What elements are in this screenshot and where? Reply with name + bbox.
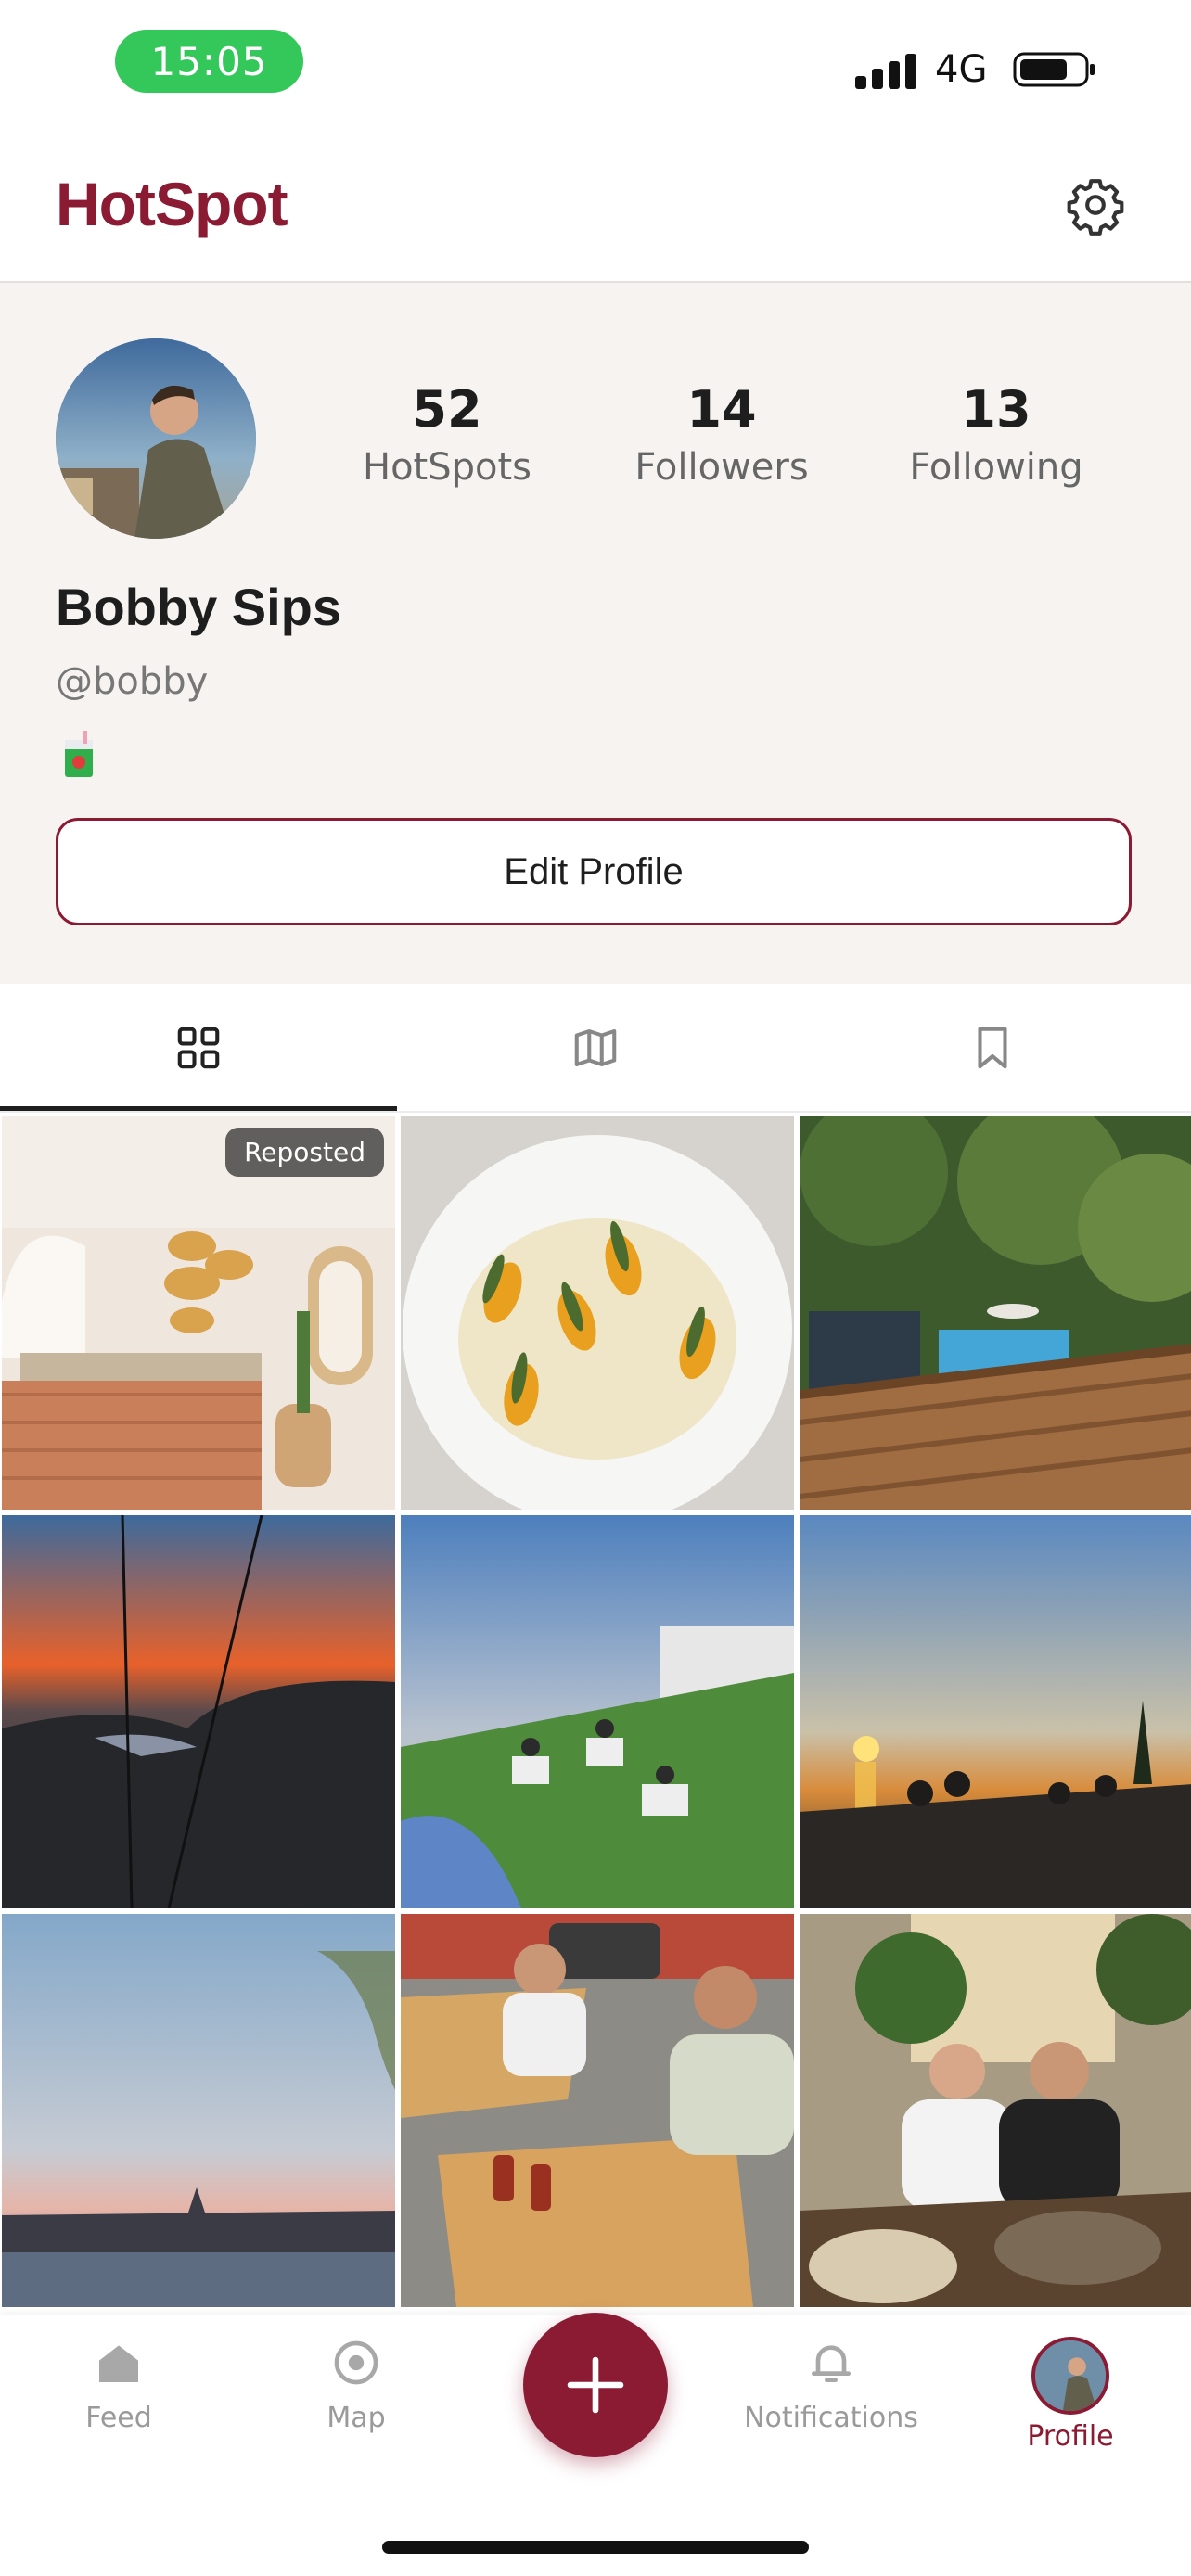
nav-map-label: Map xyxy=(327,2402,386,2434)
network-label: 4G xyxy=(935,48,988,91)
photo-tile-cable-car-sunset[interactable] xyxy=(2,1515,395,1908)
tab-posts-grid[interactable] xyxy=(0,984,397,1112)
stat-followers-label: Followers xyxy=(634,446,809,489)
nav-notifications[interactable]: Notifications xyxy=(738,2337,924,2434)
home-icon xyxy=(99,2345,138,2382)
add-hotspot-button[interactable] xyxy=(523,2313,668,2457)
photo-tile-plated-dish[interactable] xyxy=(401,1116,794,1510)
profile-name: Bobby Sips xyxy=(56,578,342,636)
status-time: 15:05 xyxy=(115,30,303,93)
profile-avatar[interactable] xyxy=(56,338,256,539)
bell-icon xyxy=(812,2345,851,2382)
photo-tile-pool-terrace[interactable] xyxy=(800,1116,1191,1510)
stat-followers-value: 14 xyxy=(686,380,757,439)
nav-profile-avatar xyxy=(1031,2337,1109,2415)
tab-saved[interactable] xyxy=(794,984,1191,1112)
juice-box-icon xyxy=(65,731,93,777)
stat-hotspots-label: HotSpots xyxy=(362,446,531,489)
nav-map[interactable]: Map xyxy=(263,2337,449,2434)
settings-gear-icon[interactable] xyxy=(1065,174,1126,236)
grid-icon xyxy=(177,1027,220,1069)
photo-tile-picnic-lawn[interactable] xyxy=(401,1515,794,1908)
stat-following-label: Following xyxy=(909,446,1083,489)
map-icon xyxy=(574,1028,617,1067)
signal-icon xyxy=(855,54,918,89)
stat-hotspots-value: 52 xyxy=(412,380,482,439)
tab-map[interactable] xyxy=(397,984,794,1112)
app-title: HotSpot xyxy=(56,170,288,238)
map-pin-icon xyxy=(334,2340,378,2385)
stat-following[interactable]: 13 Following xyxy=(876,380,1117,489)
bookmark-icon xyxy=(978,1027,1007,1069)
edit-profile-button[interactable]: Edit Profile xyxy=(56,818,1132,925)
stat-followers[interactable]: 14 Followers xyxy=(601,380,842,489)
stat-hotspots[interactable]: 52 HotSpots xyxy=(327,380,568,489)
home-indicator[interactable] xyxy=(382,2541,809,2554)
nav-notifications-label: Notifications xyxy=(744,2402,918,2434)
tabs-divider xyxy=(0,1111,1191,1113)
photo-tile-street-table[interactable] xyxy=(401,1914,794,2307)
photo-tile-plaza-dinner[interactable] xyxy=(800,1914,1191,2307)
battery-icon xyxy=(1013,52,1095,87)
photo-tile-sea-sunset[interactable] xyxy=(800,1515,1191,1908)
nav-profile-label: Profile xyxy=(1027,2420,1114,2453)
plus-icon xyxy=(567,2356,624,2414)
profile-handle: @bobby xyxy=(56,660,209,703)
nav-feed[interactable]: Feed xyxy=(26,2337,211,2434)
nav-feed-label: Feed xyxy=(85,2402,152,2434)
photo-tile-river-city[interactable] xyxy=(2,1914,395,2307)
nav-profile[interactable]: Profile xyxy=(978,2337,1163,2453)
stat-following-value: 13 xyxy=(961,380,1031,439)
photo-tile-bakery[interactable]: Reposted xyxy=(2,1116,395,1510)
reposted-badge: Reposted xyxy=(225,1128,384,1177)
